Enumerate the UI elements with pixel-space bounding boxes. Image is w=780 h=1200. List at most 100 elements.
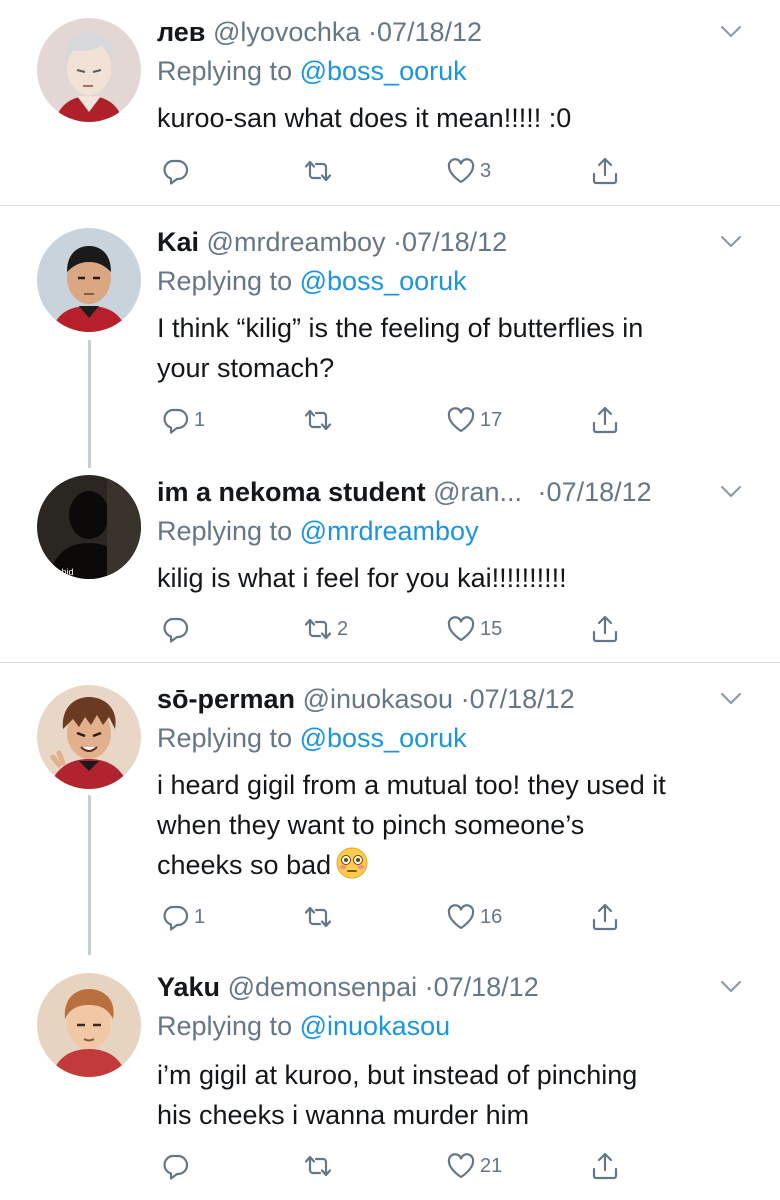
tweet-text: kilig is what i feel for you kai!!!!!!!!… [157, 563, 567, 593]
username[interactable]: @inuokasou [303, 684, 454, 714]
display-name[interactable]: im a nekoma student [157, 477, 426, 507]
reply-button[interactable] [160, 1150, 194, 1182]
retweet-button[interactable] [303, 155, 337, 187]
tweet[interactable]: sō-perman @inuokasou ·07/18/12 Replying … [0, 663, 780, 953]
like-button[interactable]: 15 [446, 613, 502, 645]
flushed-face-emoji-icon [336, 847, 368, 879]
reply-count: 1 [194, 905, 206, 928]
replying-to-handle[interactable]: @mrdreamboy [300, 516, 479, 546]
tweet-text-line: when they want to pinch someone’s [157, 810, 585, 840]
like-button[interactable]: 3 [446, 155, 491, 187]
like-button[interactable]: 16 [446, 901, 502, 933]
display-name[interactable]: Yaku [157, 972, 220, 1002]
replying-to-handle[interactable]: @boss_ooruk [300, 266, 467, 296]
tweet-text: i heard gigil from a mutual too! they us… [157, 765, 757, 885]
timestamp[interactable]: 07/18/12 [377, 17, 482, 47]
tweet[interactable]: лев @lyovochka ·07/18/12 Replying to @bo… [0, 0, 780, 205]
heart-icon [446, 614, 476, 644]
avatar-caption: bs in hid [40, 567, 74, 577]
share-button[interactable] [590, 155, 620, 187]
tweet-text-line-final: cheeks so bad [157, 845, 757, 885]
replying-to-handle[interactable]: @inuokasou [300, 1011, 451, 1041]
share-icon [590, 614, 620, 644]
separator-dot: · [537, 477, 547, 507]
display-name[interactable]: sō-perman [157, 684, 295, 714]
like-count: 21 [480, 1154, 503, 1177]
tweet[interactable]: Kai @mrdreamboy ·07/18/12 Replying to @b… [0, 206, 780, 460]
timestamp[interactable]: 07/18/12 [402, 227, 507, 257]
retweet-icon [303, 614, 333, 644]
timestamp[interactable]: 07/18/12 [470, 684, 575, 714]
retweet-button[interactable] [303, 404, 337, 436]
like-count: 16 [480, 905, 503, 928]
timestamp[interactable]: 07/18/12 [547, 477, 652, 507]
reply-icon [160, 902, 190, 932]
heart-icon [446, 1151, 476, 1181]
share-icon [590, 156, 620, 186]
replying-to-handle[interactable]: @boss_ooruk [300, 56, 467, 86]
reply-icon [160, 1151, 190, 1181]
reply-button[interactable] [160, 155, 194, 187]
avatar[interactable] [37, 228, 141, 332]
share-button[interactable] [590, 901, 620, 933]
reply-icon [160, 156, 190, 186]
share-icon [590, 902, 620, 932]
reply-icon [160, 405, 190, 435]
replying-to-line: Replying to @boss_ooruk [157, 264, 467, 298]
chevron-down-icon[interactable] [720, 485, 742, 499]
tweet-text-line: i heard gigil from a mutual too! they us… [157, 770, 666, 800]
avatar-lev-icon [37, 18, 141, 122]
retweet-button[interactable] [303, 1150, 337, 1182]
like-count: 17 [480, 408, 503, 431]
reply-button[interactable]: 1 [160, 404, 205, 436]
heart-icon [446, 156, 476, 186]
heart-icon [446, 902, 476, 932]
avatar-silhouette-icon: bs in hid [37, 475, 141, 579]
replying-to-prefix: Replying to [157, 56, 293, 86]
tweet-text: I think “kilig” is the feeling of butter… [157, 308, 757, 388]
username[interactable]: @demonsenpai [228, 972, 418, 1002]
share-icon [590, 405, 620, 435]
avatar[interactable]: bs in hid [37, 475, 141, 579]
share-button[interactable] [590, 1150, 620, 1182]
username[interactable]: @lyovochka [213, 17, 360, 47]
username[interactable]: @mrdreamboy [207, 227, 386, 257]
tweet[interactable]: bs in hid im a nekoma student @ran... ·0… [0, 460, 780, 662]
replying-to-line: Replying to @mrdreamboy [157, 514, 479, 548]
tweet-text-line: I think “kilig” is the feeling of butter… [157, 313, 644, 343]
separator-dot: · [393, 227, 403, 257]
retweet-icon [303, 1151, 333, 1181]
share-button[interactable] [590, 613, 620, 645]
chevron-down-icon[interactable] [720, 692, 742, 706]
share-icon [590, 1151, 620, 1181]
tweet-text-line: your stomach? [157, 353, 335, 383]
share-button[interactable] [590, 404, 620, 436]
retweet-button[interactable]: 2 [303, 613, 348, 645]
heart-icon [446, 405, 476, 435]
chevron-down-icon[interactable] [720, 980, 742, 994]
retweet-button[interactable] [303, 901, 337, 933]
tweet-text-line: cheeks so bad [157, 850, 332, 880]
avatar[interactable] [37, 685, 141, 789]
display-name[interactable]: лев [157, 17, 205, 47]
timestamp[interactable]: 07/18/12 [434, 972, 539, 1002]
like-button[interactable]: 17 [446, 404, 502, 436]
tweet[interactable]: Yaku @demonsenpai ·07/18/12 Replying to … [0, 953, 780, 1200]
avatar[interactable] [37, 973, 141, 1077]
reply-count: 1 [194, 408, 206, 431]
reply-button[interactable]: 1 [160, 901, 205, 933]
avatar[interactable] [37, 18, 141, 122]
replying-to-prefix: Replying to [157, 1011, 293, 1041]
username[interactable]: @ran... [433, 477, 522, 507]
replying-to-handle[interactable]: @boss_ooruk [300, 723, 467, 753]
chevron-down-icon[interactable] [720, 235, 742, 249]
display-name[interactable]: Kai [157, 227, 199, 257]
chevron-down-icon[interactable] [720, 25, 742, 39]
reply-button[interactable] [160, 613, 194, 645]
replying-to-prefix: Replying to [157, 516, 293, 546]
reply-icon [160, 614, 190, 644]
like-count: 3 [480, 159, 492, 182]
tweet-text-line: his cheeks i wanna murder him [157, 1100, 530, 1130]
like-button[interactable]: 21 [446, 1150, 502, 1182]
replying-to-prefix: Replying to [157, 723, 293, 753]
